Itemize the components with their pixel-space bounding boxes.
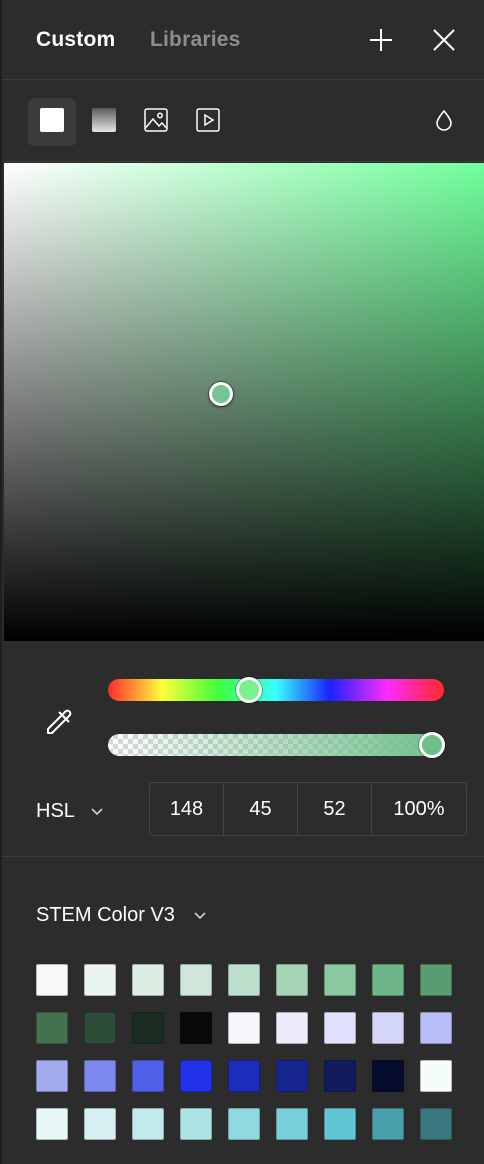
color-swatch[interactable]	[132, 1108, 164, 1140]
library-swatch-grid	[36, 964, 456, 1140]
solid-fill-icon	[40, 107, 64, 137]
color-swatch[interactable]	[372, 1108, 404, 1140]
gradient-fill-icon	[92, 107, 116, 137]
blend-mode-button[interactable]	[420, 98, 468, 146]
color-controls: HSL 148 45 52 100%	[2, 643, 484, 857]
color-mode-dropdown[interactable]: HSL	[36, 800, 104, 823]
color-swatch[interactable]	[420, 1108, 452, 1140]
image-fill-icon	[144, 107, 168, 137]
saturation-lightness-picker[interactable]	[4, 163, 484, 641]
color-picker-panel: Custom Libraries HSL 148 45 52 100% STEM…	[0, 0, 484, 1164]
eyedropper-icon[interactable]	[42, 703, 78, 739]
color-swatch[interactable]	[276, 1060, 308, 1092]
library-dropdown[interactable]: STEM Color V3	[36, 904, 207, 927]
color-swatch[interactable]	[372, 964, 404, 996]
color-swatch[interactable]	[276, 964, 308, 996]
gradient-fill-button[interactable]	[80, 98, 128, 146]
color-swatch[interactable]	[420, 1012, 452, 1044]
color-value-inputs: 148 45 52 100%	[149, 782, 467, 836]
tab-libraries[interactable]: Libraries	[150, 28, 241, 52]
hue-slider-handle[interactable]	[236, 677, 262, 703]
color-swatch[interactable]	[372, 1060, 404, 1092]
opacity-input[interactable]: 100%	[372, 783, 466, 835]
color-swatch[interactable]	[84, 1012, 116, 1044]
tab-custom[interactable]: Custom	[36, 28, 115, 52]
color-swatch[interactable]	[132, 1012, 164, 1044]
opacity-slider[interactable]	[108, 732, 445, 758]
blend-mode-drop-icon	[434, 109, 454, 136]
color-swatch[interactable]	[180, 1108, 212, 1140]
hue-input[interactable]: 148	[150, 783, 224, 835]
color-swatch[interactable]	[180, 1060, 212, 1092]
video-fill-icon	[196, 107, 220, 137]
close-icon[interactable]	[430, 26, 458, 54]
color-swatch[interactable]	[84, 964, 116, 996]
image-fill-button[interactable]	[132, 98, 180, 146]
color-swatch[interactable]	[228, 1060, 260, 1092]
color-swatch[interactable]	[180, 1012, 212, 1044]
color-swatch[interactable]	[276, 1108, 308, 1140]
color-swatch[interactable]	[372, 1012, 404, 1044]
saturation-input[interactable]: 45	[224, 783, 298, 835]
color-swatch[interactable]	[324, 1108, 356, 1140]
color-swatch[interactable]	[228, 1108, 260, 1140]
color-swatch[interactable]	[420, 964, 452, 996]
video-fill-button[interactable]	[184, 98, 232, 146]
color-swatch[interactable]	[132, 1060, 164, 1092]
color-swatch[interactable]	[84, 1060, 116, 1092]
color-swatch[interactable]	[324, 1012, 356, 1044]
panel-header: Custom Libraries	[2, 0, 484, 80]
color-picker-handle[interactable]	[209, 382, 233, 406]
chevron-down-icon	[193, 904, 207, 927]
lightness-input[interactable]: 52	[298, 783, 372, 835]
library-name: STEM Color V3	[36, 904, 175, 926]
opacity-slider-handle[interactable]	[419, 732, 445, 758]
color-swatch[interactable]	[324, 964, 356, 996]
color-swatch[interactable]	[276, 1012, 308, 1044]
color-swatch[interactable]	[180, 964, 212, 996]
color-swatch[interactable]	[36, 964, 68, 996]
color-mode-label: HSL	[36, 800, 75, 822]
chevron-down-icon	[90, 800, 104, 823]
color-swatch[interactable]	[84, 1108, 116, 1140]
color-swatch[interactable]	[132, 964, 164, 996]
color-swatch[interactable]	[228, 964, 260, 996]
color-swatch[interactable]	[36, 1060, 68, 1092]
color-swatch[interactable]	[36, 1012, 68, 1044]
color-swatch[interactable]	[36, 1108, 68, 1140]
plus-icon[interactable]	[367, 26, 395, 54]
color-swatch[interactable]	[228, 1012, 260, 1044]
color-swatch[interactable]	[420, 1060, 452, 1092]
hue-slider[interactable]	[108, 677, 444, 703]
solid-fill-button[interactable]	[28, 98, 76, 146]
fill-type-row	[2, 81, 484, 162]
color-swatch[interactable]	[324, 1060, 356, 1092]
